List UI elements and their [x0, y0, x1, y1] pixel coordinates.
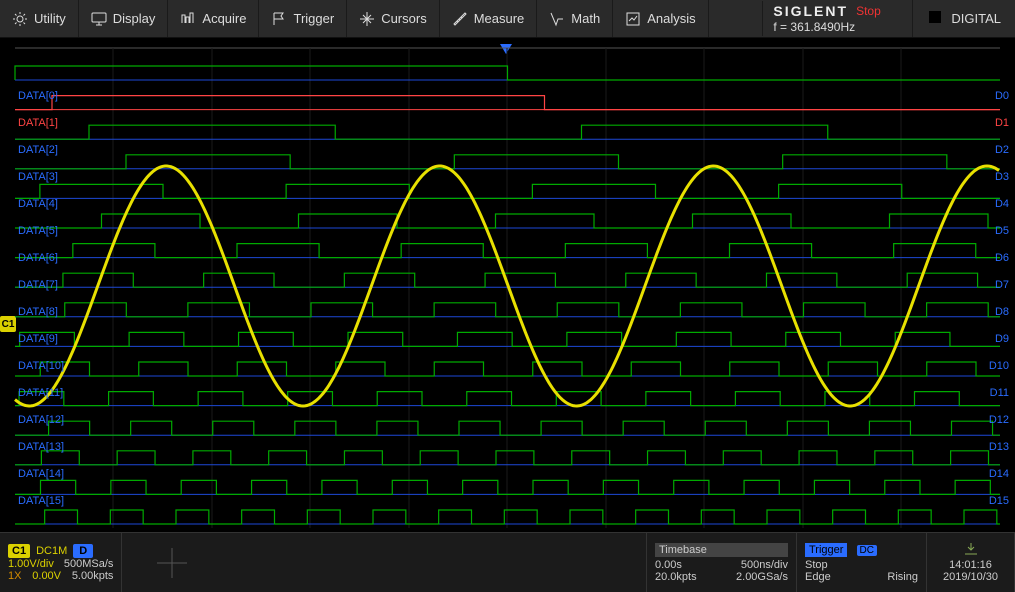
channel-coupling: DC1M — [36, 545, 67, 557]
menu-display[interactable]: Display — [79, 0, 169, 37]
channel-label-left: DATA[9] — [18, 333, 64, 345]
channel-status[interactable]: C1 DC1M D 1.00V/div 500MSa/s 1X 0.00V 5.… — [0, 533, 122, 592]
waveform-svg — [0, 38, 1015, 532]
trigger-status[interactable]: Trigger DC Stop Edge Rising — [797, 533, 927, 592]
trigger-frequency: f = 361.8490Hz — [773, 20, 902, 34]
menu-label: Utility — [34, 11, 66, 26]
channel-label-right: D1 — [989, 117, 1009, 129]
run-status: Stop — [856, 4, 881, 18]
channel-label-right: D0 — [989, 90, 1009, 102]
crosshair-icon — [152, 543, 192, 583]
digital-button[interactable]: DIGITAL — [912, 0, 1015, 37]
menu-bar: Utility Display Acquire Trigger Cursors … — [0, 0, 1015, 38]
cursors-icon — [359, 11, 375, 27]
menu-label: Measure — [474, 11, 525, 26]
channel-label-right: D5 — [989, 225, 1009, 237]
channel-label-left: DATA[10] — [18, 360, 64, 372]
channel-label-right: D4 — [989, 198, 1009, 210]
timebase-delay: 0.00s — [655, 559, 682, 571]
left-channel-labels: DATA[0] DATA[1] DATA[2] DATA[3] DATA[4] DATA[… — [18, 90, 64, 507]
timebase-title: Timebase — [655, 543, 788, 557]
status-spacer — [122, 533, 647, 592]
channel-label-right: D13 — [989, 441, 1009, 453]
menu-trigger[interactable]: Trigger — [259, 0, 347, 37]
analysis-icon — [625, 11, 641, 27]
digital-label: DIGITAL — [951, 11, 1001, 26]
acquire-icon — [180, 11, 196, 27]
channel-label-right: D12 — [989, 414, 1009, 426]
menu-measure[interactable]: Measure — [440, 0, 538, 37]
timebase-status[interactable]: Timebase 0.00s 500ns/div 20.0kpts 2.00GS… — [647, 533, 797, 592]
save-icon[interactable] — [963, 542, 979, 559]
channel-label-right: D3 — [989, 171, 1009, 183]
channel-label-right: D9 — [989, 333, 1009, 345]
channel-label-right: D11 — [989, 387, 1009, 399]
menu-label: Trigger — [293, 11, 334, 26]
channel-label-right: D2 — [989, 144, 1009, 156]
channel-label-left: DATA[4] — [18, 198, 64, 210]
channel-label-left: DATA[5] — [18, 225, 64, 237]
channel-offset: 0.00V — [32, 570, 61, 582]
channel-label-left: DATA[3] — [18, 171, 64, 183]
channel-chip: C1 — [8, 544, 30, 558]
channel-label-right: D7 — [989, 279, 1009, 291]
mem-depth: 5.00kpts — [72, 570, 114, 582]
brand-block: SIGLENT Stop f = 361.8490Hz — [762, 1, 912, 36]
menu-label: Math — [571, 11, 600, 26]
channel-label-right: D6 — [989, 252, 1009, 264]
menu-label: Cursors — [381, 11, 427, 26]
menu-acquire[interactable]: Acquire — [168, 0, 259, 37]
menu-label: Display — [113, 11, 156, 26]
trigger-mode: Stop — [805, 559, 828, 571]
channel-label-right: D8 — [989, 306, 1009, 318]
monitor-icon — [91, 11, 107, 27]
digital-chip: D — [73, 544, 93, 558]
menu-cursors[interactable]: Cursors — [347, 0, 440, 37]
status-bar: C1 DC1M D 1.00V/div 500MSa/s 1X 0.00V 5.… — [0, 532, 1015, 592]
channel-label-left: DATA[7] — [18, 279, 64, 291]
menu-math[interactable]: Math — [537, 0, 613, 37]
channel-label-left: DATA[2] — [18, 144, 64, 156]
menu-label: Analysis — [647, 11, 695, 26]
clock-date: 2019/10/30 — [943, 571, 998, 583]
channel-label-left: DATA[13] — [18, 441, 64, 453]
trigger-type: Edge — [805, 571, 831, 583]
trigger-title: Trigger — [805, 543, 847, 557]
channel-label-left: DATA[15] — [18, 495, 64, 507]
right-channel-labels: D0 D1 D2 D3 D4 D5 D6 D7 D8 D9 D10 D11 D12 D13 D14 D15 — [989, 90, 1009, 507]
brand-label: SIGLENT — [773, 3, 848, 19]
digital-icon — [927, 9, 943, 28]
gear-icon — [12, 11, 28, 27]
channel-label-right: D10 — [989, 360, 1009, 372]
channel-label-left: DATA[0] — [18, 90, 64, 102]
channel-label-left: DATA[8] — [18, 306, 64, 318]
clock-time: 14:01:16 — [949, 559, 992, 571]
channel-label-left: DATA[1] — [18, 117, 64, 129]
channel-label-right: D14 — [989, 468, 1009, 480]
timebase-pts: 20.0kpts — [655, 571, 697, 583]
channel-label-right: D15 — [989, 495, 1009, 507]
channel-label-left: DATA[12] — [18, 414, 64, 426]
channel-label-left: DATA[14] — [18, 468, 64, 480]
probe-factor: 1X — [8, 570, 21, 582]
math-icon — [549, 11, 565, 27]
flag-icon — [271, 11, 287, 27]
timebase-sa: 2.00GSa/s — [736, 571, 788, 583]
clock-status: 14:01:16 2019/10/30 — [927, 533, 1015, 592]
timebase-div: 500ns/div — [741, 559, 788, 571]
channel-vdiv: 1.00V/div — [8, 558, 54, 570]
menu-utility[interactable]: Utility — [0, 0, 79, 37]
trigger-slope: Rising — [887, 571, 918, 583]
channel-label-left: DATA[11] — [18, 387, 64, 399]
menu-analysis[interactable]: Analysis — [613, 0, 708, 37]
waveform-area[interactable]: C1 DATA[0]DATA[1]DATA[2]DATA[3]DATA[4]DA… — [0, 38, 1015, 532]
ruler-icon — [452, 11, 468, 27]
sample-rate: 500MSa/s — [64, 558, 114, 570]
channel-label-left: DATA[6] — [18, 252, 64, 264]
trigger-dc: DC — [857, 545, 877, 556]
menu-label: Acquire — [202, 11, 246, 26]
